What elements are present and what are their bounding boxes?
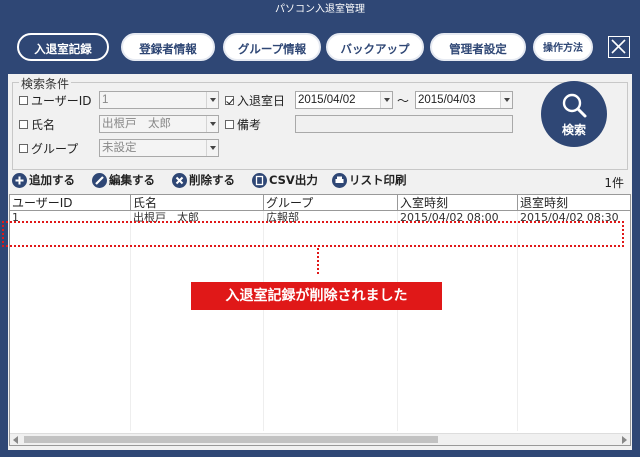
date-to-value: 2015/04/03 bbox=[418, 94, 476, 106]
name-select[interactable]: 出根戸 太郎 bbox=[99, 115, 219, 133]
main-toolbar: 入退室記録 登録者情報 グループ情報 バックアップ 管理者設定 操作方法 bbox=[8, 22, 632, 74]
search-button-label: 検索 bbox=[561, 123, 586, 137]
note-input[interactable] bbox=[295, 115, 513, 133]
help-button[interactable]: 操作方法 bbox=[533, 33, 593, 61]
chevron-down-icon bbox=[500, 92, 512, 108]
chevron-down-icon bbox=[380, 92, 392, 108]
group-value: 未設定 bbox=[102, 142, 137, 154]
main-panel: 検索条件 ユーザーID 1 入退室日 2015/04/02 ～ 2015/04/… bbox=[8, 74, 632, 450]
delete-x-icon bbox=[172, 172, 187, 188]
name-label: 氏名 bbox=[31, 118, 56, 132]
entry-date-label: 入退室日 bbox=[237, 94, 286, 108]
chevron-down-icon bbox=[206, 92, 218, 108]
scroll-left-icon[interactable] bbox=[13, 436, 18, 444]
app-window: パソコン入退室管理 入退室記録 登録者情報 グループ情報 バックアップ 管理者設… bbox=[0, 0, 640, 457]
chevron-down-icon bbox=[206, 140, 218, 156]
entry-log-button[interactable]: 入退室記録 bbox=[17, 33, 109, 61]
edit-button[interactable]: 編集する bbox=[92, 172, 155, 190]
edit-label: 編集する bbox=[109, 173, 155, 187]
deleted-row-highlight bbox=[2, 221, 624, 247]
date-to-select[interactable]: 2015/04/03 bbox=[415, 91, 513, 109]
backup-button[interactable]: バックアップ bbox=[326, 33, 424, 61]
scroll-right-icon[interactable] bbox=[622, 436, 627, 444]
csv-export-button[interactable]: CSV出力 bbox=[252, 172, 318, 190]
search-icon bbox=[562, 93, 587, 118]
note-checkbox[interactable] bbox=[225, 120, 234, 129]
chevron-down-icon bbox=[206, 116, 218, 132]
add-button[interactable]: 追加する bbox=[12, 172, 75, 190]
window-title: パソコン入退室管理 bbox=[0, 0, 640, 22]
search-conditions: 検索条件 ユーザーID 1 入退室日 2015/04/02 ～ 2015/04/… bbox=[12, 75, 628, 170]
date-from-select[interactable]: 2015/04/02 bbox=[295, 91, 393, 109]
delete-label: 削除する bbox=[189, 173, 235, 187]
search-button[interactable]: 検索 bbox=[541, 81, 607, 147]
close-icon bbox=[611, 39, 626, 54]
pencil-icon bbox=[92, 172, 107, 188]
grid-header: ユーザーID 氏名 グループ 入室時刻 退室時刻 bbox=[10, 195, 630, 211]
scroll-thumb[interactable] bbox=[24, 436, 438, 443]
print-label: リスト印刷 bbox=[349, 173, 407, 187]
user-id-checkbox[interactable] bbox=[19, 96, 28, 105]
group-info-button[interactable]: グループ情報 bbox=[223, 33, 321, 61]
user-id-select[interactable]: 1 bbox=[99, 91, 219, 109]
name-checkbox[interactable] bbox=[19, 120, 28, 129]
entry-date-checkbox[interactable] bbox=[225, 96, 234, 105]
column-entry-time[interactable]: 入室時刻 bbox=[398, 195, 518, 211]
csv-label: CSV出力 bbox=[269, 173, 318, 187]
deletion-notice: 入退室記録が削除されました bbox=[191, 282, 442, 310]
document-icon bbox=[252, 172, 267, 188]
date-from-value: 2015/04/02 bbox=[298, 94, 356, 106]
admin-settings-button[interactable]: 管理者設定 bbox=[430, 33, 526, 61]
add-label: 追加する bbox=[29, 173, 75, 187]
column-group[interactable]: グループ bbox=[264, 195, 398, 211]
result-count: 1件 bbox=[604, 176, 624, 190]
note-label: 備考 bbox=[237, 118, 262, 132]
name-value: 出根戸 太郎 bbox=[102, 118, 171, 130]
printer-icon bbox=[332, 172, 347, 188]
user-id-value: 1 bbox=[102, 94, 109, 106]
search-legend: 検索条件 bbox=[19, 75, 72, 92]
column-name[interactable]: 氏名 bbox=[131, 195, 264, 211]
plus-icon bbox=[12, 172, 27, 188]
delete-button[interactable]: 削除する bbox=[172, 172, 235, 190]
group-checkbox[interactable] bbox=[19, 144, 28, 153]
horizontal-scrollbar[interactable] bbox=[10, 433, 630, 445]
date-range-separator: ～ bbox=[397, 94, 410, 108]
callout-connector bbox=[317, 248, 319, 274]
user-id-label: ユーザーID bbox=[31, 94, 92, 108]
registrant-info-button[interactable]: 登録者情報 bbox=[121, 33, 215, 61]
close-button[interactable] bbox=[608, 36, 630, 58]
column-user-id[interactable]: ユーザーID bbox=[10, 195, 131, 211]
group-select[interactable]: 未設定 bbox=[99, 139, 219, 157]
print-list-button[interactable]: リスト印刷 bbox=[332, 172, 407, 190]
group-label: グループ bbox=[31, 142, 79, 156]
column-exit-time[interactable]: 退室時刻 bbox=[518, 195, 630, 211]
